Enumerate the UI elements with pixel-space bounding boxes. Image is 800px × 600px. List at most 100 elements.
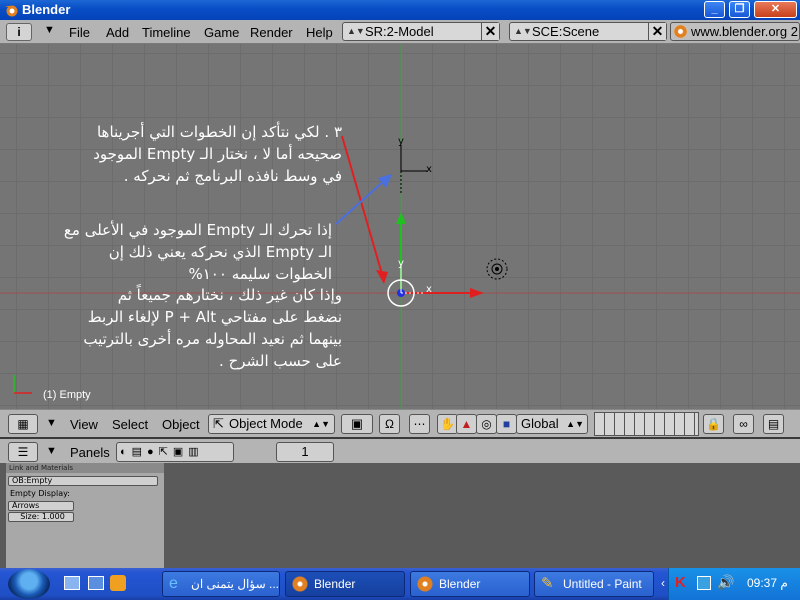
chevron-down-icon[interactable]: ▼ [46, 417, 57, 429]
window-switcher-icon[interactable] [88, 576, 104, 590]
delete-scene-icon[interactable]: ✕ [648, 23, 666, 40]
buttons-window: ☰ ▼ Panels ◐▤●⇱▣▥ 1 Link and Materials O… [0, 437, 800, 568]
panels-label: Panels [70, 445, 110, 460]
task-browser[interactable]: e سؤال يتمنى ان ... [162, 571, 280, 597]
blender-logo-icon [674, 25, 687, 38]
empty-display-label: Empty Display: [10, 489, 70, 498]
start-button[interactable] [8, 569, 50, 599]
menu-add[interactable]: Add [106, 25, 129, 40]
blue-annotation-arrow [335, 179, 386, 225]
red-arrow-head [470, 288, 484, 298]
show-desktop-icon[interactable] [64, 576, 80, 590]
task-paint[interactable]: ✎ Untitled - Paint [534, 571, 654, 597]
blender-app-icon [5, 5, 18, 17]
up-down-arrows-icon: ▲▼ [566, 419, 584, 429]
task-paint-label: Untitled - Paint [563, 577, 642, 591]
task-blender-2[interactable]: Blender [410, 571, 530, 597]
red-annotation-arrow [341, 135, 383, 275]
task-browser-label: سؤال يتمنى ان ... [191, 577, 279, 591]
manip-x-label: x [426, 284, 432, 295]
pivot-icon[interactable]: ⋯ [409, 414, 430, 434]
menu-game[interactable]: Game [204, 25, 239, 40]
mode-label: Object Mode [229, 416, 303, 431]
mode-selector[interactable]: ⇱ Object Mode ▲▼ [208, 414, 335, 434]
frame-number-field[interactable]: 1 [276, 442, 334, 462]
volume-icon[interactable]: 🔊 [717, 574, 734, 591]
link-icon[interactable]: ∞ [733, 414, 754, 434]
3d-viewport[interactable]: y x y x (1) Empty ٣ . لكي نتأكد إن الخطو… [0, 44, 800, 409]
lock-icon[interactable]: 🔒 [703, 414, 724, 434]
task-blender-2-label: Blender [439, 577, 481, 591]
scene-selector[interactable]: ▲▼ SCE:Scene ✕ [509, 22, 667, 41]
lamp-center [495, 267, 499, 271]
object-mode-icon: ⇱ [213, 416, 224, 431]
clock[interactable]: 09:37 م [747, 576, 788, 590]
up-down-arrows-icon[interactable]: ▲▼ [347, 23, 365, 40]
up-down-arrows-icon: ▲▼ [312, 419, 330, 429]
manip-y-label: y [398, 258, 404, 269]
menu-render[interactable]: Render [250, 25, 293, 40]
minimize-button[interactable]: _ [704, 1, 725, 18]
buttons-header: ☰ ▼ Panels ◐▤●⇱▣▥ 1 [0, 437, 800, 463]
restore-button[interactable]: ❐ [729, 1, 750, 18]
info-window-type-icon[interactable]: i [6, 23, 32, 41]
blender-icon [292, 576, 308, 592]
blender-site-link[interactable]: www.blender.org 2 [670, 22, 800, 41]
media-player-icon[interactable] [110, 575, 126, 591]
menu-file[interactable]: File [69, 25, 90, 40]
security-icon[interactable]: K [675, 574, 691, 592]
window-title: Blender [22, 2, 71, 17]
paint-icon: ✎ [541, 575, 554, 592]
render-icon[interactable]: ▤ [763, 414, 784, 434]
up-down-arrows-icon[interactable]: ▲▼ [514, 23, 532, 40]
empty-size-field[interactable]: Size: 1.000 [8, 512, 74, 522]
menu-select[interactable]: Select [112, 417, 148, 432]
menu-help[interactable]: Help [306, 25, 333, 40]
panel-context-icons[interactable]: ◐▤●⇱▣▥ [116, 442, 234, 462]
window-titlebar: Blender _ ❐ ✕ [0, 0, 800, 20]
scale-icon[interactable]: ■ [496, 414, 517, 434]
buttons-window-type-icon[interactable]: ☰ [8, 442, 38, 462]
instructions-para-3: وإذا كان غير ذلك ، نختارهم جميعاً ثم نضغط… [83, 286, 342, 370]
blender-icon [417, 576, 433, 592]
network-icon[interactable] [697, 576, 711, 590]
orientation-label: Global [521, 416, 559, 431]
translate-icon[interactable]: ▲ [456, 414, 477, 434]
scene-name: SCE:Scene [532, 24, 600, 39]
grid-window-type-icon[interactable]: ▦ [8, 414, 38, 434]
rotate-icon[interactable]: ◎ [476, 414, 497, 434]
menu-object[interactable]: Object [162, 417, 200, 432]
delete-screen-icon[interactable]: ✕ [481, 23, 499, 40]
task-blender-1-label: Blender [314, 577, 356, 591]
site-text: www.blender.org 2 [691, 24, 798, 39]
view3d-header: ▦ ▼ View Select Object ⇱ Object Mode ▲▼ … [0, 409, 800, 437]
taskbar: e سؤال يتمنى ان ... Blender Blender ✎ Un… [0, 568, 800, 600]
frame-number: 1 [301, 444, 309, 459]
screen-selector[interactable]: ▲▼ SR:2-Model ✕ [342, 22, 500, 41]
draw-type-selector[interactable]: ▣ [341, 414, 373, 434]
orientation-selector[interactable]: Global ▲▼ [516, 414, 588, 434]
task-blender-1[interactable]: Blender [285, 571, 405, 597]
menu-timeline[interactable]: Timeline [142, 25, 191, 40]
instructions-para-2: إذا تحرك الـ Empty الموجود في الأعلى مع ا… [63, 221, 332, 283]
green-arrow-head [396, 212, 406, 224]
magnet-icon[interactable]: Ω [379, 414, 400, 434]
system-tray: ‹ K 🔊 09:37 م [661, 568, 800, 600]
instructions-para-1: ٣ . لكي نتأكد إن الخطوات التي أجريناها صح… [93, 123, 342, 185]
chevron-down-icon[interactable]: ▼ [44, 24, 55, 36]
object-name-field[interactable]: OB:Empty [8, 476, 158, 486]
empty-display-type[interactable]: Arrows [8, 501, 74, 511]
ie-icon: e [169, 575, 178, 592]
chevron-down-icon[interactable]: ▼ [46, 445, 57, 457]
close-button[interactable]: ✕ [754, 1, 797, 18]
object-info-label: (1) Empty [43, 389, 91, 401]
upper-empty-y-label: y [398, 136, 404, 147]
panel-title: Link and Materials [6, 463, 164, 473]
main-header: i ▼ File Add Timeline Game Render Help ▲… [0, 20, 800, 44]
hand-icon[interactable]: ✋ [437, 414, 458, 434]
menu-view[interactable]: View [70, 417, 98, 432]
tray-expand-icon[interactable]: ‹ [661, 576, 665, 590]
screen-name: SR:2-Model [365, 24, 434, 39]
upper-empty-x-label: x [426, 164, 432, 175]
layer-buttons[interactable] [594, 412, 699, 436]
